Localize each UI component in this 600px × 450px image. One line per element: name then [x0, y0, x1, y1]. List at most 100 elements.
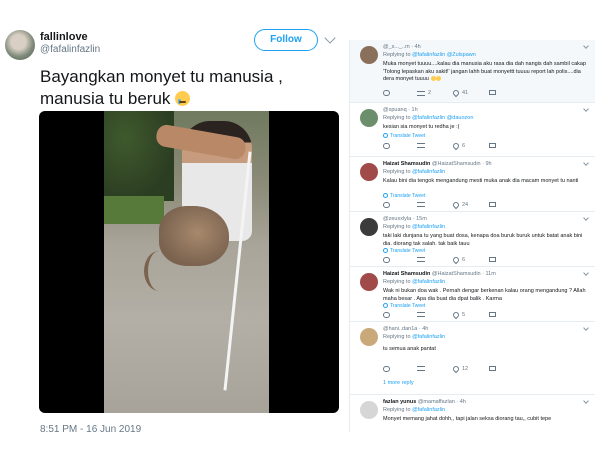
dm-action[interactable] — [489, 366, 496, 371]
reply-action[interactable] — [383, 312, 393, 318]
translate-tweet-link[interactable]: Translate Tweet — [383, 303, 425, 309]
reply-action[interactable] — [383, 143, 393, 149]
reply-header: @spuanq · 1h — [383, 107, 418, 113]
like-action[interactable]: 6 — [451, 141, 465, 151]
translate-tweet-link[interactable]: Translate Tweet — [383, 193, 425, 199]
replying-to: Replying to @fafalinfazlin — [383, 279, 445, 285]
mail-icon — [489, 202, 496, 207]
reply-time[interactable]: 4h — [460, 399, 466, 405]
replying-to: Replying to @fafalinfazlin @dauozon — [383, 115, 473, 121]
video-frame[interactable] — [104, 111, 269, 413]
retweet-icon — [417, 366, 425, 371]
reply-item[interactable]: Haizat Shamsudin @HaizatShamsudin · 9h R… — [350, 157, 595, 212]
follow-button[interactable]: Follow — [254, 29, 318, 51]
like-action[interactable]: 24 — [451, 200, 468, 210]
video-monkey-tail — [144, 251, 174, 291]
reply-author-name[interactable]: Haizat Shamsudin — [383, 271, 430, 277]
reply-item[interactable]: @hani..dan1a · 4h Replying to @fafalinfa… — [350, 322, 595, 395]
retweet-action[interactable] — [417, 202, 428, 207]
reply-item[interactable]: fazlan yunus @mamaffazlan · 4h Replying … — [350, 395, 595, 432]
reply-item[interactable]: Haizat Shamsudin @HaizatShamsudin · 11m … — [350, 267, 595, 322]
dm-action[interactable] — [489, 312, 496, 317]
reply-author-handle[interactable]: @zeuxxlyla — [383, 216, 411, 222]
reply-time[interactable]: 9h — [486, 161, 492, 167]
replying-to-mention[interactable]: @fafalinfazlin — [412, 407, 445, 413]
reply-time[interactable]: 1h — [412, 107, 418, 113]
heart-icon — [451, 88, 461, 98]
retweet-action[interactable] — [417, 143, 428, 148]
replying-to-mention[interactable]: @fafalinfazlin — [412, 279, 445, 285]
reply-icon — [383, 143, 390, 149]
reply-text: Muka monyet tuuuu....kalau dia manusia a… — [383, 61, 588, 84]
dm-action[interactable] — [489, 90, 496, 95]
replying-to-mention[interactable]: @fafalinfazlin — [412, 169, 445, 175]
translate-tweet-link[interactable]: Translate Tweet — [383, 248, 425, 254]
retweet-count: 2 — [428, 90, 432, 96]
reply-author-handle[interactable]: @HaizatShamsudin — [432, 271, 481, 277]
like-action[interactable]: 5 — [451, 310, 465, 320]
author-name[interactable]: fallinlove — [40, 31, 88, 43]
retweet-action[interactable] — [417, 366, 428, 371]
dm-action[interactable] — [489, 257, 496, 262]
reply-item[interactable]: @spuanq · 1h Replying to @fafalinfazlin … — [350, 103, 595, 157]
chevron-down-icon[interactable] — [583, 106, 589, 112]
reply-action[interactable] — [383, 90, 393, 96]
chevron-down-icon[interactable] — [583, 325, 589, 331]
reply-author-handle[interactable]: @hani..dan1a — [383, 326, 417, 332]
chevron-down-icon[interactable] — [583, 270, 589, 276]
replying-to-mention[interactable]: @fafalinfazlin — [412, 334, 445, 340]
reply-author-handle[interactable]: @mamaffazlan — [418, 399, 455, 405]
tweet-card: fallinlove @fafalinfazlin Follow Bayangk… — [0, 0, 345, 450]
author-avatar[interactable] — [5, 30, 35, 60]
reply-author-name[interactable]: fazlan yunus — [383, 399, 416, 405]
reply-author-handle[interactable]: @HaizatShamsudin — [432, 161, 481, 167]
like-action[interactable]: 41 — [451, 88, 468, 98]
reply-icon — [383, 257, 390, 263]
reply-avatar[interactable] — [360, 273, 378, 291]
replying-to-mention[interactable]: @fafalinfazlin — [412, 224, 445, 230]
reply-author-handle[interactable]: @_s..._..m — [383, 44, 410, 50]
reply-avatar[interactable] — [360, 218, 378, 236]
reply-action[interactable] — [383, 202, 393, 208]
chevron-down-icon[interactable] — [583, 215, 589, 221]
reply-avatar[interactable] — [360, 401, 378, 419]
like-action[interactable]: 6 — [451, 255, 466, 265]
tweet-timestamp[interactable]: 8:51 PM - 16 Jun 2019 — [40, 424, 141, 435]
reply-avatar[interactable] — [360, 109, 378, 127]
retweet-action[interactable] — [417, 312, 428, 317]
translate-tweet-link[interactable]: Translate Tweet — [383, 133, 425, 139]
reply-time[interactable]: 11m — [486, 271, 496, 277]
reply-item[interactable]: @_s..._..m · 4h Replying to @fafalinfazl… — [350, 40, 595, 103]
reply-actions: 6 — [383, 255, 533, 267]
reply-avatar[interactable] — [360, 328, 378, 346]
replying-to-mention[interactable]: @fafalinfazlin @Zulspawn — [412, 52, 476, 58]
dm-action[interactable] — [489, 202, 496, 207]
reply-time[interactable]: 4h — [422, 326, 428, 332]
chevron-down-icon[interactable] — [583, 43, 589, 49]
replying-to-prefix: Replying to — [383, 334, 411, 340]
weary-face-icon — [436, 76, 442, 81]
replying-to-mention[interactable]: @fafalinfazlin @dauozon — [412, 115, 473, 121]
reply-action[interactable] — [383, 366, 393, 372]
author-handle[interactable]: @fafalinfazlin — [40, 44, 100, 55]
more-replies-link[interactable]: 1 more reply — [383, 380, 414, 386]
chevron-down-icon[interactable] — [583, 160, 589, 166]
reply-author-name[interactable]: Haizat Shamsudin — [383, 161, 430, 167]
reply-author-handle[interactable]: @spuanq — [383, 107, 407, 113]
chevron-down-icon[interactable] — [583, 398, 589, 404]
reply-action[interactable] — [383, 257, 393, 263]
crying-face-icon — [175, 91, 191, 106]
tweet-video[interactable] — [39, 111, 339, 413]
reply-avatar[interactable] — [360, 163, 378, 181]
tweet-text: Bayangkan monyet tu manusia , manusia tu… — [40, 66, 335, 110]
like-action[interactable]: 12 — [451, 364, 468, 374]
like-count: 6 — [462, 257, 466, 263]
dm-action[interactable] — [489, 143, 496, 148]
retweet-action[interactable]: 2 — [417, 90, 431, 96]
reply-time[interactable]: 15m — [416, 216, 427, 222]
reply-avatar[interactable] — [360, 46, 378, 64]
retweet-action[interactable] — [417, 257, 428, 262]
chevron-down-icon[interactable] — [324, 32, 336, 44]
reply-time[interactable]: 4h — [415, 44, 421, 50]
reply-item[interactable]: @zeuxxlyla · 15m Replying to @fafalinfaz… — [350, 212, 595, 267]
